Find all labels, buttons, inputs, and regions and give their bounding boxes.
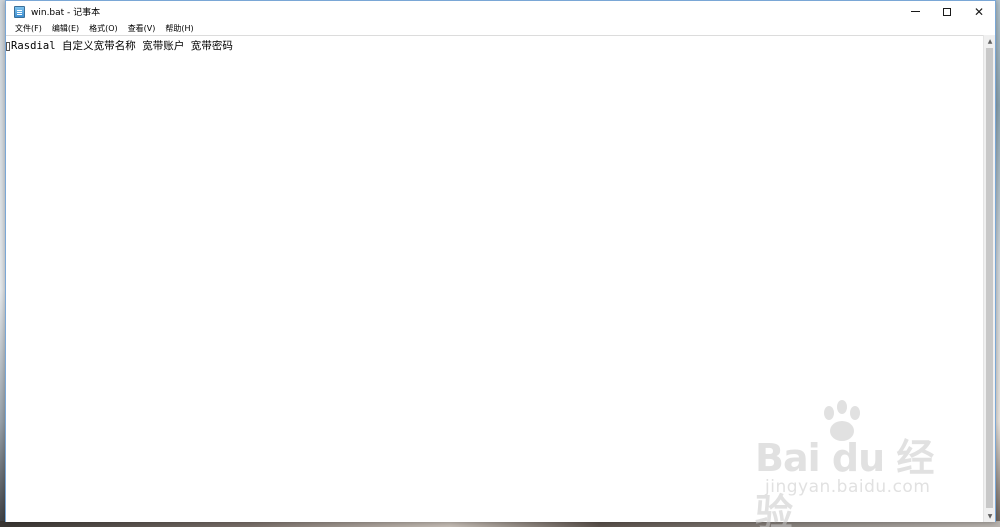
title-bar[interactable]: win.bat - 记事本 ✕ (6, 1, 995, 22)
close-button[interactable]: ✕ (963, 1, 995, 22)
menu-edit[interactable]: 编辑(E) (47, 23, 84, 34)
notepad-window: win.bat - 记事本 ✕ 文件(F) 编辑(E) 格式(O) 查看(V) … (5, 0, 996, 527)
window-title: win.bat - 记事本 (31, 8, 101, 18)
menu-view[interactable]: 查看(V) (123, 23, 161, 34)
menu-format[interactable]: 格式(O) (84, 23, 123, 34)
scroll-thumb[interactable] (986, 48, 993, 508)
editor-content[interactable]: Rasdial 自定义宽带名称 宽带账户 宽带密码 (6, 38, 233, 53)
scroll-up-icon[interactable]: ▲ (984, 35, 996, 47)
maximize-icon (943, 7, 951, 16)
maximize-button[interactable] (931, 1, 963, 22)
text-editor-area[interactable]: Rasdial 自定义宽带名称 宽带账户 宽带密码 (6, 35, 984, 522)
notepad-icon[interactable] (14, 5, 25, 18)
bom-glyph-icon (6, 41, 10, 51)
minimize-button[interactable] (899, 1, 931, 22)
editor-text-line: Rasdial 自定义宽带名称 宽带账户 宽带密码 (11, 40, 233, 52)
close-icon: ✕ (973, 4, 985, 19)
menu-file[interactable]: 文件(F) (10, 23, 47, 34)
minimize-icon (910, 11, 920, 12)
menu-help[interactable]: 帮助(H) (160, 23, 198, 34)
vertical-scrollbar[interactable]: ▲ ▼ (983, 35, 995, 522)
menu-bar: 文件(F) 编辑(E) 格式(O) 查看(V) 帮助(H) (6, 22, 995, 35)
scroll-down-icon[interactable]: ▼ (984, 510, 996, 522)
